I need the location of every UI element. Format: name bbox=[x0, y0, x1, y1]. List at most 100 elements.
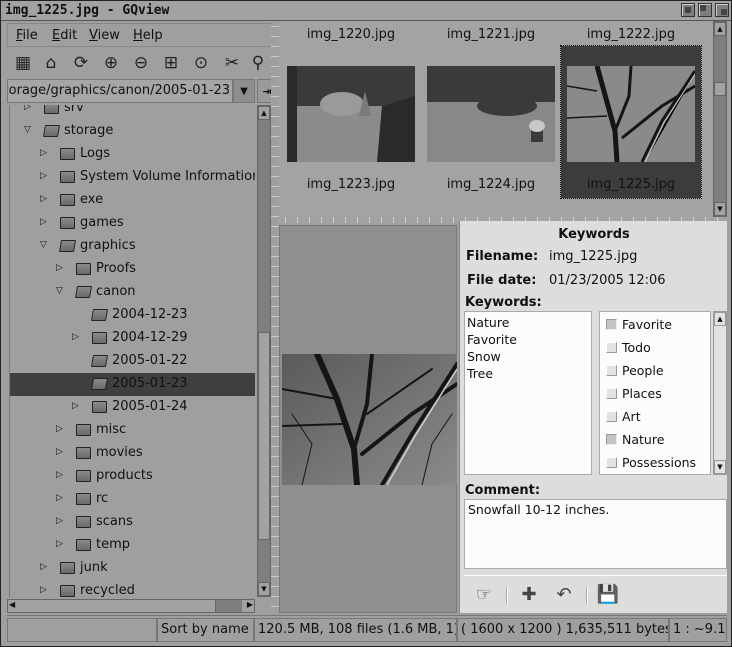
maximize-button[interactable] bbox=[698, 3, 712, 17]
folder-tree[interactable]: ▷ srv ▽ storage ▷ Logs ▷ System Volume Informat… bbox=[9, 105, 255, 597]
title-bar[interactable]: img_1225.jpg - GQview bbox=[1, 1, 731, 21]
comment-textarea[interactable]: Snowfall 10-12 inches. bbox=[464, 499, 727, 569]
keywords-textarea[interactable]: Nature Favorite Snow Tree bbox=[464, 311, 592, 475]
scroll-up-arrow-icon[interactable]: ▲ bbox=[714, 22, 726, 36]
tree-item[interactable]: ▷ rc bbox=[10, 488, 255, 511]
expander-collapsed-icon[interactable]: ▷ bbox=[56, 516, 63, 526]
expander-collapsed-icon[interactable]: ▷ bbox=[56, 263, 63, 273]
tree-item[interactable]: ▷ 2004-12-29 bbox=[10, 327, 255, 350]
thumbnail-item[interactable]: img_1224.jpg bbox=[421, 171, 561, 217]
tree-item[interactable]: 2005-01-22 bbox=[10, 350, 255, 373]
tree-item[interactable]: ▷ temp bbox=[10, 534, 255, 557]
zoom-in-icon[interactable]: ⊕ bbox=[99, 52, 123, 74]
expander-collapsed-icon[interactable]: ▷ bbox=[40, 562, 47, 572]
expander-collapsed-icon[interactable]: ▷ bbox=[40, 171, 47, 181]
keyword-checkbox-row[interactable]: Art bbox=[604, 408, 712, 426]
image-preview[interactable] bbox=[279, 225, 457, 613]
expander-collapsed-icon[interactable]: ▷ bbox=[40, 217, 47, 227]
scroll-up-arrow-icon[interactable]: ▲ bbox=[714, 312, 726, 326]
keyword-checkbox[interactable] bbox=[606, 411, 617, 422]
add-keyword-button[interactable]: ✚ bbox=[517, 582, 541, 606]
tree-item[interactable]: ▽ storage bbox=[10, 120, 255, 143]
pane-divider-vertical[interactable] bbox=[271, 21, 279, 613]
expander-collapsed-icon[interactable]: ▷ bbox=[56, 493, 63, 503]
scroll-down-arrow-icon[interactable]: ▼ bbox=[714, 202, 726, 216]
thumbnails-toggle-icon[interactable]: ▦ bbox=[11, 52, 35, 74]
tree-item[interactable]: ▷ exe bbox=[10, 189, 255, 212]
menu-edit[interactable]: Edit bbox=[52, 28, 77, 43]
tree-item[interactable]: ▷ games bbox=[10, 212, 255, 235]
path-dropdown-button[interactable]: ▼ bbox=[233, 79, 255, 103]
expander-collapsed-icon[interactable]: ▷ bbox=[40, 148, 47, 158]
thumbnail-item[interactable]: img_1222.jpg bbox=[561, 21, 701, 171]
keyword-checkbox[interactable] bbox=[606, 342, 617, 353]
scroll-down-arrow-icon[interactable]: ▼ bbox=[714, 460, 726, 474]
keyword-checkbox[interactable] bbox=[606, 457, 617, 468]
keyword-checkbox[interactable] bbox=[606, 319, 617, 330]
tree-item[interactable]: 2005-01-23 bbox=[10, 373, 255, 396]
expander-expanded-icon[interactable]: ▽ bbox=[56, 286, 63, 296]
tree-item[interactable]: ▷ System Volume Information bbox=[10, 166, 255, 189]
thumbnail-item[interactable]: img_1225.jpg bbox=[561, 171, 701, 217]
expander-collapsed-icon[interactable]: ▷ bbox=[56, 424, 63, 434]
tree-item[interactable]: ▷ misc bbox=[10, 419, 255, 442]
keyword-list-scrollbar[interactable]: ▲ ▼ bbox=[713, 311, 727, 475]
zoom-out-icon[interactable]: ⊖ bbox=[129, 52, 153, 74]
thumbnail-grid[interactable]: img_1220.jpg img_1221.jpg img_1222.jpg img_… bbox=[279, 21, 713, 217]
thumbnail-scroll-thumb[interactable] bbox=[714, 82, 726, 96]
menu-file[interactable]: File bbox=[16, 28, 38, 43]
keyword-checkbox-row[interactable]: Places bbox=[604, 385, 712, 403]
minimize-button[interactable] bbox=[681, 3, 695, 17]
tree-item[interactable]: ▷ products bbox=[10, 465, 255, 488]
save-button[interactable]: 💾 bbox=[596, 582, 620, 606]
home-icon[interactable]: ⌂ bbox=[39, 52, 63, 74]
keyword-checkbox[interactable] bbox=[606, 365, 617, 376]
menu-help[interactable]: Help bbox=[133, 28, 163, 43]
tree-item[interactable]: ▷ scans bbox=[10, 511, 255, 534]
keyword-checklist[interactable]: Favorite Todo People Places Art Nature Possess… bbox=[599, 311, 711, 475]
expander-collapsed-icon[interactable]: ▷ bbox=[24, 105, 31, 112]
tree-item[interactable]: ▷ Proofs bbox=[10, 258, 255, 281]
tree-hscroll-trough[interactable] bbox=[216, 600, 242, 612]
thumbnail-item[interactable]: img_1223.jpg bbox=[281, 171, 421, 217]
pin-icon[interactable]: ⚲ bbox=[246, 52, 270, 74]
apply-keywords-button[interactable]: ☞ bbox=[472, 582, 496, 606]
keyword-checkbox[interactable] bbox=[606, 434, 617, 445]
expander-collapsed-icon[interactable]: ▷ bbox=[40, 194, 47, 204]
thumbnail-item[interactable]: img_1221.jpg bbox=[421, 21, 561, 171]
tree-item[interactable]: ▷ movies bbox=[10, 442, 255, 465]
thumbnail-item[interactable]: img_1220.jpg bbox=[281, 21, 421, 171]
tree-item[interactable]: 2004-12-23 bbox=[10, 304, 255, 327]
refresh-icon[interactable]: ⟳ bbox=[69, 52, 93, 74]
keyword-checkbox-row[interactable]: People bbox=[604, 362, 712, 380]
expander-collapsed-icon[interactable]: ▷ bbox=[40, 585, 47, 595]
expander-collapsed-icon[interactable]: ▷ bbox=[56, 470, 63, 480]
menu-view[interactable]: View bbox=[89, 28, 120, 43]
tree-item[interactable]: ▷ srv bbox=[10, 105, 255, 120]
tree-item[interactable]: ▷ junk bbox=[10, 557, 255, 580]
tree-scroll-thumb[interactable] bbox=[258, 332, 270, 540]
scroll-up-arrow-icon[interactable]: ▲ bbox=[258, 106, 270, 120]
keyword-checkbox-row[interactable]: Nature bbox=[604, 431, 712, 449]
tree-hscroll-thumb[interactable] bbox=[20, 600, 216, 612]
zoom-fit-icon[interactable]: ⊞ bbox=[159, 52, 183, 74]
expander-expanded-icon[interactable]: ▽ bbox=[24, 125, 31, 135]
tools-icon[interactable]: ✂ bbox=[220, 52, 244, 74]
scroll-down-arrow-icon[interactable]: ▼ bbox=[258, 582, 270, 596]
expander-collapsed-icon[interactable]: ▷ bbox=[72, 401, 79, 411]
close-button[interactable] bbox=[715, 3, 729, 17]
tree-item[interactable]: ▽ graphics bbox=[10, 235, 255, 258]
tree-item[interactable]: ▷ Logs bbox=[10, 143, 255, 166]
tree-item[interactable]: ▽ canon bbox=[10, 281, 255, 304]
keyword-checkbox-row[interactable]: Possessions bbox=[604, 454, 712, 472]
scroll-right-arrow-icon[interactable]: ▶ bbox=[247, 600, 253, 609]
expander-collapsed-icon[interactable]: ▷ bbox=[72, 332, 79, 342]
keyword-checkbox[interactable] bbox=[606, 388, 617, 399]
keyword-checkbox-row[interactable]: Todo bbox=[604, 339, 712, 357]
tree-item[interactable]: ▷ 2005-01-24 bbox=[10, 396, 255, 419]
thumbnail-vertical-scrollbar[interactable]: ▲ ▼ bbox=[713, 21, 727, 217]
path-input[interactable]: /storage/graphics/canon/2005-01-23 bbox=[7, 79, 233, 103]
revert-button[interactable]: ↶ bbox=[552, 582, 576, 606]
keyword-checkbox-row[interactable]: Favorite bbox=[604, 316, 712, 334]
expander-collapsed-icon[interactable]: ▷ bbox=[56, 447, 63, 457]
